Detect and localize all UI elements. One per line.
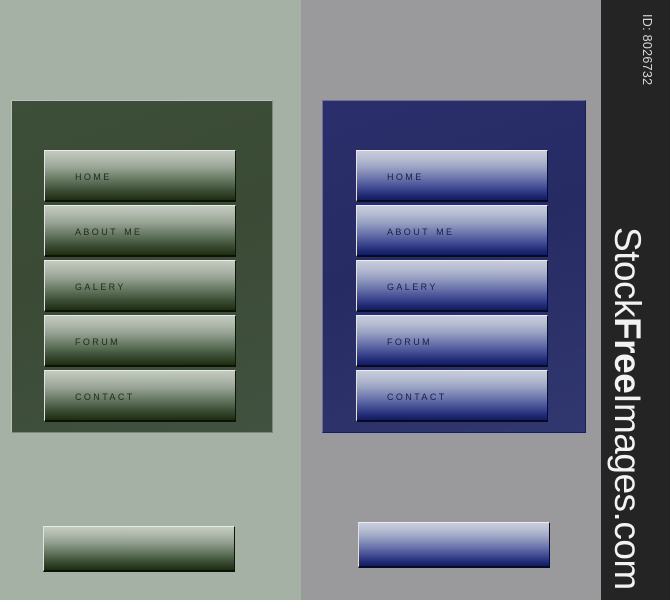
blue-menu-item-galery[interactable]: Galery <box>356 260 548 312</box>
watermark-brand-suffix: Images.com <box>607 393 648 590</box>
watermark-brand-bold: Free <box>607 317 648 394</box>
watermark-sidebar: ID: 8026732 StockFreeImages.com <box>601 0 670 600</box>
blue-menu-item-about-me-label: About me <box>387 222 455 238</box>
green-menu-item-forum[interactable]: Forum <box>44 315 236 367</box>
blue-menu-item-contact-label: Contact <box>387 387 447 403</box>
blue-menu-item-about-me[interactable]: About me <box>356 205 548 257</box>
green-menu-item-galery[interactable]: Galery <box>44 260 236 312</box>
green-menu-item-contact[interactable]: Contact <box>44 370 236 422</box>
green-menu-item-home-label: Home <box>75 167 112 183</box>
green-menu-item-about-me-label: About me <box>75 222 143 238</box>
watermark-brand: StockFreeImages.com <box>607 227 648 590</box>
green-menu-item-galery-label: Galery <box>75 277 126 293</box>
blue-menu-card: Home About me Galery Forum Contact <box>322 100 586 433</box>
blue-menu-list: Home About me Galery Forum Contact <box>356 150 548 425</box>
watermark-image-id: ID: 8026732 <box>640 14 654 86</box>
blue-menu-item-forum[interactable]: Forum <box>356 315 548 367</box>
green-blank-button[interactable] <box>43 526 235 572</box>
green-menu-item-home[interactable]: Home <box>44 150 236 202</box>
green-menu-item-contact-label: Contact <box>75 387 135 403</box>
blue-menu-item-forum-label: Forum <box>387 332 432 348</box>
blue-menu-item-home[interactable]: Home <box>356 150 548 202</box>
screenshot-canvas: Home About me Galery Forum Contact Home … <box>0 0 670 600</box>
blue-menu-item-galery-label: Galery <box>387 277 438 293</box>
green-menu-card: Home About me Galery Forum Contact <box>11 100 273 433</box>
blue-blank-button[interactable] <box>358 522 550 568</box>
green-menu-list: Home About me Galery Forum Contact <box>44 150 236 425</box>
blue-menu-item-home-label: Home <box>387 167 424 183</box>
blue-menu-item-contact[interactable]: Contact <box>356 370 548 422</box>
green-menu-item-about-me[interactable]: About me <box>44 205 236 257</box>
watermark-brand-prefix: Stock <box>607 227 648 318</box>
green-menu-item-forum-label: Forum <box>75 332 120 348</box>
